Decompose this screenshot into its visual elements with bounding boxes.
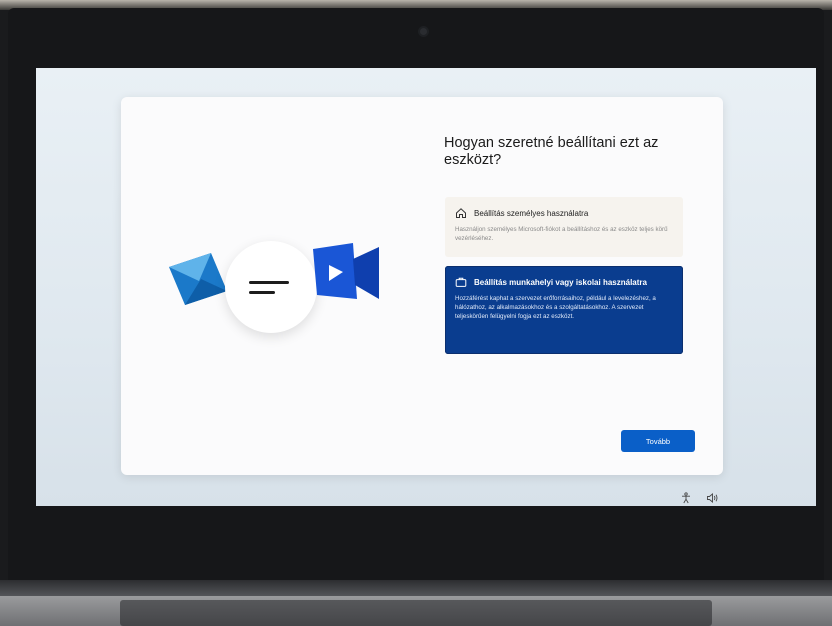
- laptop-base-recess: [120, 600, 712, 626]
- oobe-screen: Hogyan szeretné beállítani ezt az eszköz…: [36, 68, 816, 506]
- option-title: Beállítás személyes használatra: [474, 208, 589, 218]
- option-description: Használjon személyes Microsoft-fiókot a …: [455, 226, 668, 242]
- briefcase-icon: [455, 277, 467, 287]
- video-camera-icon: [313, 243, 379, 299]
- accessibility-icon[interactable]: [680, 491, 692, 509]
- setup-card: Hogyan szeretné beállítani ezt az eszköz…: [121, 97, 723, 475]
- webcam: [420, 28, 427, 35]
- setup-illustration: [161, 227, 381, 347]
- next-button[interactable]: Tovább: [621, 430, 695, 452]
- volume-icon[interactable]: [706, 491, 719, 509]
- system-tray: [680, 491, 719, 509]
- home-icon: [456, 208, 466, 218]
- mail-icon: [169, 253, 227, 305]
- page-title: Hogyan szeretné beállítani ezt az eszköz…: [444, 135, 659, 168]
- option-work-school-use[interactable]: Beállítás munkahelyi vagy iskolai haszná…: [445, 266, 683, 354]
- option-personal-use[interactable]: Beállítás személyes használatra Használj…: [445, 197, 683, 257]
- chat-bubble-icon: [225, 241, 317, 333]
- option-description: Hozzáférést kaphat a szervezet erőforrás…: [455, 295, 656, 320]
- option-title: Beállítás munkahelyi vagy iskolai haszná…: [474, 277, 647, 287]
